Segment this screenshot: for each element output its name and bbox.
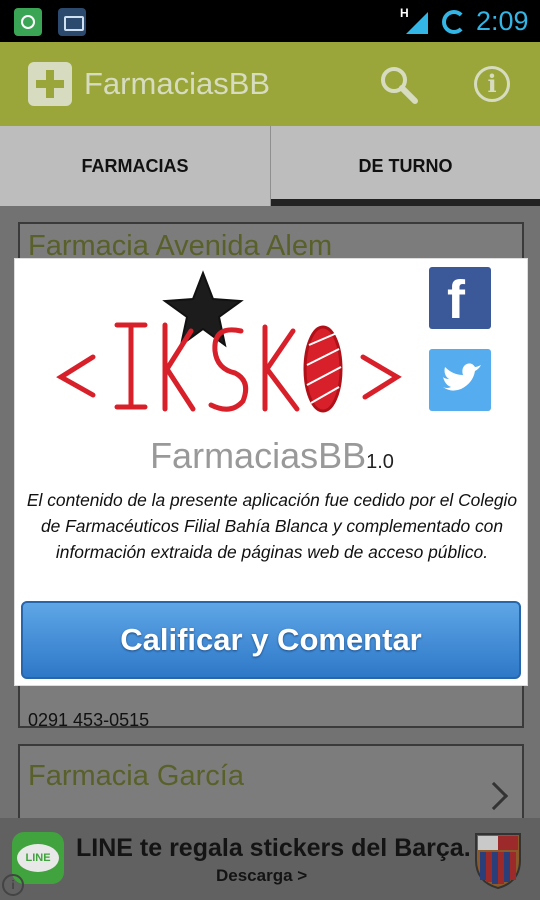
about-dialog: f FarmaciasBB1.0 El contenido de la pres… [14, 258, 528, 686]
twitter-icon[interactable] [429, 349, 491, 411]
tab-farmacias[interactable]: FARMACIAS [0, 126, 270, 206]
line-logo-label: LINE [17, 844, 59, 872]
app-title: FarmaciasBB [84, 66, 271, 101]
dialog-app-name: FarmaciasBB1.0 [15, 435, 529, 477]
pharmacy-name: Farmacia García [28, 760, 244, 792]
sync-icon [442, 10, 466, 34]
action-bar: FarmaciasBB i [0, 42, 540, 126]
dialog-version: 1.0 [366, 451, 394, 473]
list-item[interactable]: Farmacia García [18, 744, 524, 824]
search-icon[interactable] [378, 64, 418, 104]
dialog-description: El contenido de la presente aplicación f… [26, 490, 518, 562]
info-icon[interactable]: i [474, 66, 510, 102]
iksko-logo [56, 270, 402, 413]
rate-and-comment-button[interactable]: Calificar y Comentar [21, 601, 521, 679]
ad-info-icon[interactable]: i [2, 874, 24, 896]
dialog-app-title: FarmaciasBB [150, 435, 367, 476]
chevron-icon [479, 781, 509, 811]
notification-app-icon [14, 8, 42, 36]
tab-bar: FARMACIAS DE TURNO [0, 126, 540, 206]
ad-cta[interactable]: Descarga > [216, 866, 307, 886]
ad-text: LINE te regala stickers del Barça. [76, 834, 471, 862]
fc-barcelona-crest-icon [475, 833, 521, 890]
facebook-icon[interactable]: f [429, 267, 491, 330]
camera-icon [58, 8, 86, 36]
pharmacy-phone: 0291 453-0515 [28, 710, 150, 730]
clock: 2:09 [476, 6, 529, 36]
ad-banner[interactable]: LINE LINE te regala stickers del Barça. … [0, 818, 540, 900]
tab-de-turno[interactable]: DE TURNO [270, 126, 540, 206]
app-plus-icon[interactable] [28, 62, 72, 106]
signal-icon [406, 12, 428, 34]
status-bar: H 2:09 [0, 0, 540, 42]
